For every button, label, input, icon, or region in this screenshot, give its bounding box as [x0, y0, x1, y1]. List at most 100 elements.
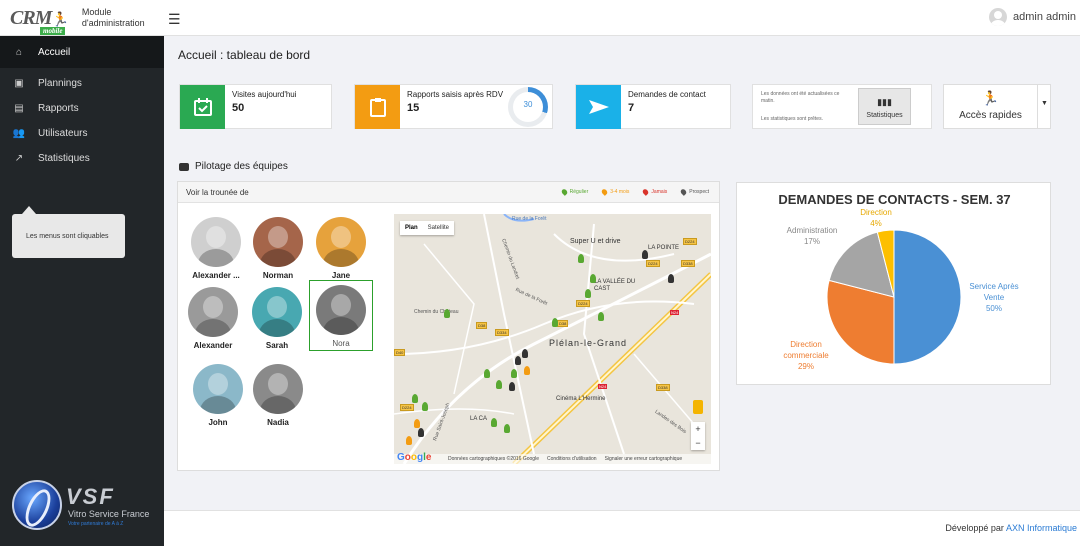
map-marker[interactable] [642, 250, 648, 259]
street-view-pegman-icon[interactable] [693, 400, 703, 414]
module-line2: d'administration [81, 18, 145, 28]
map-marker[interactable] [504, 424, 510, 433]
person-card[interactable]: John [188, 364, 248, 427]
map-tab-satellite[interactable]: Satellite [423, 221, 454, 235]
person-name: Nadia [267, 418, 289, 427]
module-label: Module d'administration [82, 7, 145, 29]
caret-down-icon[interactable]: ▼ [1037, 85, 1051, 128]
person-card[interactable]: Nadia [248, 364, 308, 427]
place-label: Cinéma L'Hermine [556, 396, 606, 402]
runner-icon: 🏃 [981, 90, 1000, 106]
map-report-link[interactable]: Signaler une erreur cartographique [605, 456, 683, 462]
map-marker[interactable] [406, 436, 412, 445]
map-marker[interactable] [418, 428, 424, 437]
map-marker[interactable] [422, 402, 428, 411]
person-card[interactable]: Norman [248, 217, 308, 280]
person-name: Sarah [265, 341, 289, 350]
slice-pct: 4% [870, 219, 882, 228]
footer-link[interactable]: AXN Informatique [1006, 523, 1077, 533]
person-card[interactable]: Alexander ... [186, 217, 246, 280]
person-card[interactable]: Jane [311, 217, 371, 280]
panel-header: Voir la trounée de Régulier 3-4 mois Jam… [178, 182, 719, 203]
slice-label: Direction 4% [841, 207, 911, 229]
line-chart-icon: ↗ [14, 153, 24, 164]
legend-label: Prospect [689, 189, 709, 195]
pin-icon [642, 188, 650, 196]
map-tab-plan[interactable]: Plan [400, 221, 423, 235]
avatar [253, 217, 303, 267]
section-title: Pilotage des équipes [179, 161, 288, 172]
stat-label: Demandes de contact [628, 90, 706, 99]
avatar [316, 217, 366, 267]
map-marker[interactable] [524, 366, 530, 375]
map-marker[interactable] [509, 382, 515, 391]
map-marker[interactable] [598, 312, 604, 321]
map-marker[interactable] [585, 289, 591, 298]
map-marker[interactable] [511, 369, 517, 378]
person-card[interactable]: Sarah [247, 287, 307, 350]
map-marker[interactable] [590, 274, 596, 283]
info-card: Les données ont été actualisées ce matin… [752, 84, 932, 129]
slice-label: Direction commerciale 29% [771, 339, 841, 372]
map-marker[interactable] [412, 394, 418, 403]
map-marker[interactable] [491, 418, 497, 427]
sidebar-item-utilisateurs[interactable]: 👥 Utilisateurs [0, 121, 164, 146]
map-marker[interactable] [496, 380, 502, 389]
zoom-control: + − [691, 422, 705, 450]
map[interactable]: Plan Satellite Super U et drive LA POINT… [394, 214, 711, 464]
road-badge: N24 [670, 310, 680, 315]
map-marker[interactable] [444, 309, 450, 318]
map-marker[interactable] [484, 369, 490, 378]
slice-name: Service Après Vente [969, 282, 1019, 302]
person-name: Norman [262, 271, 294, 280]
sidebar-item-accueil[interactable]: ⌂ Accueil [0, 36, 164, 68]
person-name: Alexander [193, 341, 233, 350]
stat-label: Rapports saisis après RDV [407, 90, 504, 99]
tooltip-text: Les menus sont cliquables [26, 232, 109, 240]
map-marker[interactable] [578, 254, 584, 263]
calendar-icon: ▣ [14, 78, 24, 89]
map-marker[interactable] [668, 274, 674, 283]
map-terms-link[interactable]: Conditions d'utilisation [547, 456, 597, 462]
sidebar-item-plannings[interactable]: ▣ Plannings [0, 71, 164, 96]
hamburger-menu-icon[interactable]: ☰ [168, 11, 181, 28]
user-name: admin admin [1013, 11, 1076, 23]
legend-label: 3-4 mois [610, 189, 630, 195]
zoom-out-button[interactable]: − [691, 436, 705, 450]
place-label: Plélan-le-Grand [549, 338, 628, 348]
runner-icon: 🏃 [51, 12, 68, 28]
sidebar-item-label: Plannings [38, 78, 82, 89]
person-name: Alexander ... [192, 271, 240, 280]
person-card[interactable]: Alexander [183, 287, 243, 350]
footer-prefix: Développé par [945, 523, 1004, 533]
users-icon: 👥 [12, 128, 26, 139]
quick-access-label: Accès rapides [959, 110, 1022, 121]
person-name: John [208, 418, 228, 427]
statistiques-button[interactable]: ▮▮▮ Statistiques [858, 88, 911, 125]
logo[interactable]: CRM🏃 mobile Module d'administration [0, 0, 164, 36]
place-label: LA VALLÉE DU CAST [594, 279, 636, 292]
map-marker[interactable] [522, 349, 528, 358]
quick-access-button[interactable]: 🏃 Accès rapides [944, 85, 1037, 128]
person-card-selected[interactable]: Nora [309, 280, 373, 351]
zoom-in-button[interactable]: + [691, 422, 705, 436]
map-marker[interactable] [552, 318, 558, 327]
section-title-text: Pilotage des équipes [195, 161, 288, 172]
pie-slice[interactable] [893, 229, 962, 365]
person-name: Nora [332, 339, 350, 348]
slice-pct: 17% [803, 237, 820, 246]
place-label: LA POINTE [648, 245, 680, 251]
stat-card-demandes[interactable]: Demandes de contact 7 [575, 84, 731, 129]
quick-access[interactable]: 🏃 Accès rapides ▼ [943, 84, 1051, 129]
user-menu[interactable]: admin admin [989, 8, 1076, 26]
stat-card-visites[interactable]: Visites aujourd'hui 50 [179, 84, 332, 129]
footer: Développé par AXN Informatique [164, 510, 1080, 546]
map-marker[interactable] [414, 419, 420, 428]
sidebar-item-rapports[interactable]: ▤ Rapports [0, 96, 164, 121]
sidebar: ⌂ Accueil ▣ Plannings ▤ Rapports 👥 Utili… [0, 36, 164, 546]
road-badge: D338 [681, 260, 695, 267]
sidebar-item-statistiques[interactable]: ↗ Statistiques [0, 146, 164, 171]
stat-card-rapports[interactable]: Rapports saisis après RDV 15 30 [354, 84, 553, 129]
legend-item: Jamais [642, 188, 667, 196]
map-marker[interactable] [515, 356, 521, 365]
